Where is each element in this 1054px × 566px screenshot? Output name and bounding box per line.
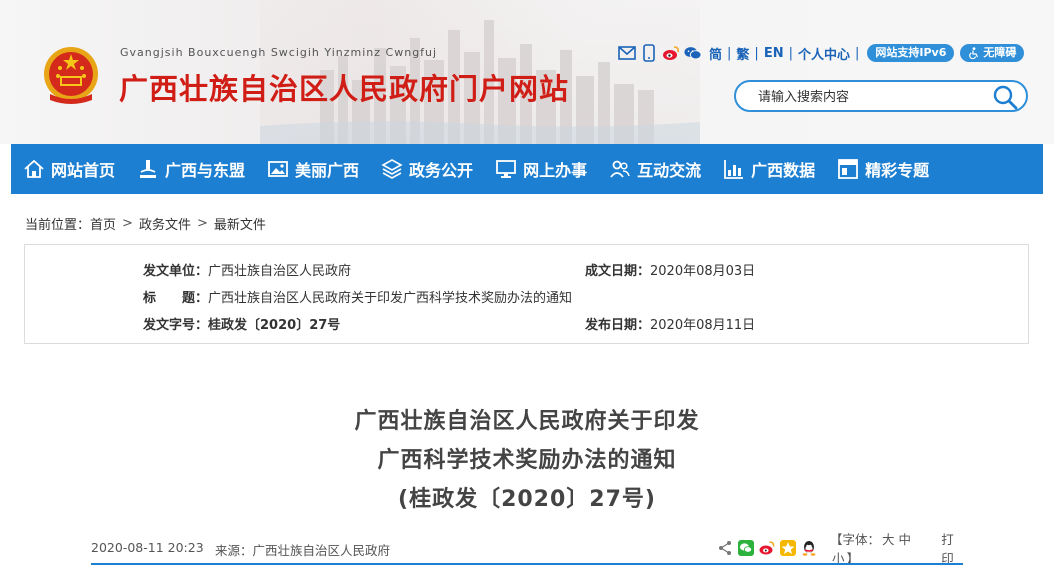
article-title-line-2: 广西科学技术奖励办法的通知 [377,448,677,473]
nav-item-label: 广西与东盟 [165,161,246,180]
weibo-icon[interactable] [759,540,775,556]
meta-issuer-label: 发文单位： [143,264,209,279]
main-nav: 网站首页 广西与东盟 美丽广西 政务公开 网上办事 互动交流 广西数据 精彩专题 [11,144,1043,194]
ipv6-badge[interactable]: 网站支持IPv6 [867,44,955,62]
nav-item-label: 精彩专题 [865,161,930,180]
lang-simplified-link[interactable]: 简 [706,44,725,63]
meta-created-label: 成文日期： [585,264,651,279]
publish-datetime: 2020-08-11 20:23 [91,540,204,555]
font-size-control: 【字体：大中小】 [830,529,927,566]
lang-english-link[interactable]: EN [761,46,787,61]
article-title-line-3: (桂政发〔2020〕27号) [398,487,656,512]
document-meta-box: 发文单位：广西壮族自治区人民政府 成文日期：2020年08月03日 标 题：广西… [24,244,1029,344]
meta-published-date: 发布日期：2020年08月11日 [585,314,755,333]
breadcrumb: 当前位置： 首页 > 政务文件 > 最新文件 [25,214,266,233]
font-size-large[interactable]: 大 [880,532,897,547]
nav-item-online-services[interactable]: 网上办事 [483,144,597,194]
bar-chart-icon [724,160,744,179]
nav-item-label: 政务公开 [409,161,474,180]
nav-item-label: 广西数据 [751,161,816,180]
nav-item-label: 互动交流 [637,161,702,180]
meta-title-label: 标 题： [143,291,209,306]
panel-icon [838,159,859,179]
meta-doc-number: 发文字号：桂政发〔2020〕27号 [143,314,340,333]
breadcrumb-gov-docs[interactable]: 政务文件 [139,214,191,233]
top-links: 简 | 繁 | EN | 个人中心 | 网站支持IPv6 无障碍 [618,43,1025,63]
monitor-icon [496,160,516,178]
separator: | [754,45,759,61]
accessibility-label: 无障碍 [983,46,1017,59]
nav-item-home[interactable]: 网站首页 [11,144,125,194]
separator: | [727,45,732,61]
qzone-icon[interactable] [780,540,796,556]
site-title[interactable]: 广西壮族自治区人民政府门户网站 [119,66,569,108]
microscope-icon [140,160,157,178]
nav-item-special-topics[interactable]: 精彩专题 [825,144,939,194]
font-size-label: 【字体： [830,532,881,547]
breadcrumb-prefix: 当前位置： [25,218,91,233]
wechat-icon[interactable] [738,540,754,556]
meta-published-value: 2020年08月11日 [650,318,756,333]
meta-created-value: 2020年08月03日 [650,264,756,279]
nav-item-label: 网上办事 [523,161,588,180]
meta-docno-value: 桂政发〔2020〕27号 [208,318,341,333]
mobile-icon[interactable] [640,44,658,62]
search-input[interactable] [758,88,998,106]
site-header: Gvangjsih Bouxcuengh Swcigih Yinzminz Cw… [0,0,1054,144]
qq-icon[interactable] [801,540,817,556]
weibo-icon[interactable] [662,44,680,62]
national-emblem-icon [44,47,98,104]
print-button[interactable]: 打印 [941,529,963,566]
meta-published-label: 发布日期： [585,318,651,333]
nav-item-beautiful-guangxi[interactable]: 美丽广西 [255,144,369,194]
wechat-icon[interactable] [684,44,702,62]
meta-issuer-value: 广西壮族自治区人民政府 [208,264,352,279]
picture-icon [268,161,288,177]
home-icon [24,159,44,178]
meta-title: 标 题：广西壮族自治区人民政府关于印发广西科学技术奖励办法的通知 [143,287,572,306]
nav-item-data[interactable]: 广西数据 [711,144,825,194]
article-title-line-1: 广西壮族自治区人民政府关于印发 [354,409,700,434]
meta-docno-label: 发文字号： [143,318,209,333]
nav-item-interaction[interactable]: 互动交流 [597,144,711,194]
nav-item-label: 网站首页 [51,161,116,180]
wheelchair-icon [969,47,979,59]
search-box [734,80,1028,112]
article-tools: 【字体：大中小】 打印 [717,532,963,566]
breadcrumb-home[interactable]: 首页 [90,214,116,233]
info-bar-divider [91,563,963,565]
meta-issuer: 发文单位：广西壮族自治区人民政府 [143,260,351,279]
lang-traditional-link[interactable]: 繁 [733,44,752,63]
chevron-right-icon: > [122,216,133,231]
site-pinyin-name: Gvangjsih Bouxcuengh Swcigih Yinzminz Cw… [120,46,438,59]
nav-item-gov-affairs[interactable]: 政务公开 [369,144,483,194]
accessibility-button[interactable]: 无障碍 [960,44,1025,62]
separator: | [788,45,793,61]
breadcrumb-latest-docs[interactable]: 最新文件 [214,214,266,233]
nav-item-label: 美丽广西 [295,161,360,180]
article-info-bar: 2020-08-11 20:23 来源：广西壮族自治区人民政府 【字体：大中小】… [91,532,963,566]
users-icon [610,160,630,178]
layers-icon [381,159,403,179]
font-size-medium[interactable]: 中 [897,532,914,547]
share-icon[interactable] [717,540,733,556]
search-icon[interactable] [992,84,1018,110]
nav-item-asean[interactable]: 广西与东盟 [125,144,255,194]
meta-created-date: 成文日期：2020年08月03日 [585,260,755,279]
separator: | [854,45,860,61]
meta-title-value: 广西壮族自治区人民政府关于印发广西科学技术奖励办法的通知 [208,291,573,306]
chevron-right-icon: > [196,216,208,231]
article-source: 来源：广西壮族自治区人民政府 [215,543,391,558]
personal-center-link[interactable]: 个人中心 [795,44,853,63]
mail-icon[interactable] [618,44,636,62]
